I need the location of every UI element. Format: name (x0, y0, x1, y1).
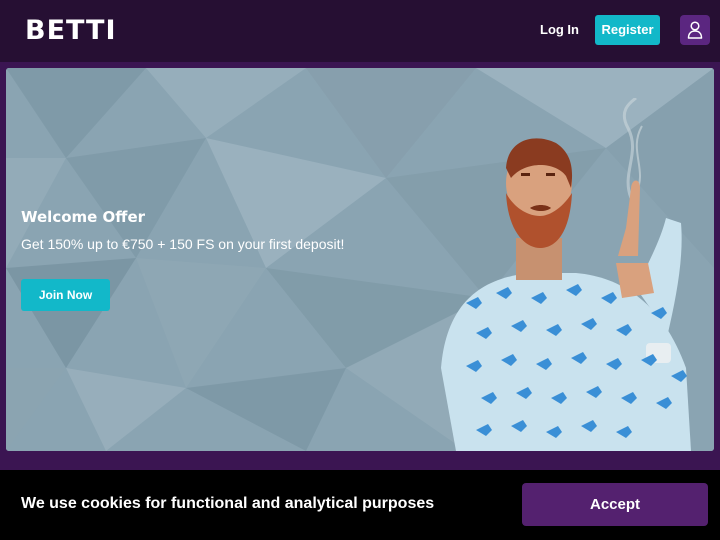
cookie-message: We use cookies for functional and analyt… (21, 495, 435, 512)
join-now-button[interactable]: Join Now (21, 279, 110, 311)
offer-title: Welcome Offer (21, 208, 146, 226)
user-icon (687, 21, 703, 39)
site-header: BETTI Log In Register (0, 0, 720, 62)
login-link[interactable]: Log In (540, 20, 579, 40)
mascot-illustration (441, 98, 691, 451)
betti-logo[interactable]: BETTI (25, 14, 117, 48)
cookie-consent-bar: We use cookies for functional and analyt… (0, 470, 720, 540)
accept-cookies-button[interactable]: Accept (522, 483, 708, 526)
offer-description: Get 150% up to €750 + 150 FS on your fir… (21, 236, 345, 252)
account-button[interactable] (680, 15, 710, 45)
promo-banner: Welcome Offer Get 150% up to €750 + 150 … (6, 68, 714, 451)
register-button[interactable]: Register (595, 15, 660, 45)
